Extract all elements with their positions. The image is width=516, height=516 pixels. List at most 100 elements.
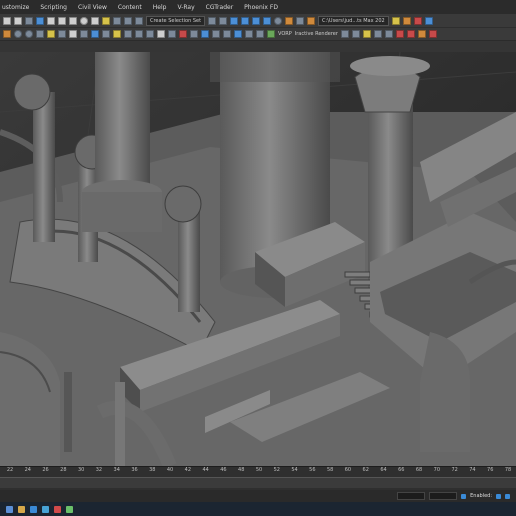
os-taskbar — [0, 502, 516, 516]
render-frame-icon[interactable] — [296, 16, 305, 25]
app-icon[interactable] — [54, 505, 61, 513]
vray-settings-icon[interactable] — [190, 30, 198, 38]
vray-sun-icon[interactable] — [47, 30, 55, 38]
material-editor-icon[interactable] — [274, 16, 283, 25]
menu-help[interactable]: Help — [153, 4, 167, 11]
menu-cgtrader[interactable]: CGTrader — [206, 4, 234, 11]
timeline-tick: 70 — [433, 467, 441, 473]
perspective-viewport[interactable] — [0, 52, 516, 466]
vray-instancer-icon[interactable] — [256, 30, 264, 38]
curve-editor-icon[interactable] — [252, 16, 261, 25]
lock-icon[interactable] — [461, 493, 467, 499]
menu-scripting[interactable]: Scripting — [40, 4, 67, 11]
timeline-tick: 46 — [220, 467, 227, 473]
menu-content[interactable]: Content — [118, 4, 142, 11]
phoenix-ocean-icon[interactable] — [428, 30, 437, 38]
vray-enmesh-icon[interactable] — [245, 30, 253, 38]
vray-cosmos-icon[interactable] — [212, 30, 220, 38]
vray-tools-icon[interactable] — [223, 30, 231, 38]
menu-phoenix-fd[interactable]: Phoenix FD — [244, 4, 278, 11]
light-bulb-icon[interactable] — [362, 30, 371, 38]
y-coordinate-field[interactable] — [429, 492, 458, 500]
filter-icon[interactable] — [36, 16, 44, 25]
edge-icon[interactable] — [30, 505, 37, 513]
file-explorer-icon[interactable] — [18, 505, 25, 513]
move-icon[interactable] — [69, 16, 77, 25]
select-by-name-icon[interactable] — [58, 16, 66, 25]
tool-c-icon[interactable] — [424, 16, 433, 25]
vray-scatter-icon[interactable] — [157, 30, 165, 38]
menu-civil-view[interactable]: Civil View — [78, 4, 107, 11]
vray-decal-icon[interactable] — [146, 30, 154, 38]
denoise-icon[interactable] — [384, 30, 393, 38]
ipr-icon[interactable] — [351, 30, 360, 38]
renderer-label: VORP — [278, 31, 292, 37]
schematic-view-icon[interactable] — [263, 16, 272, 25]
phoenix-liquid-icon[interactable] — [406, 30, 415, 38]
layer-icon[interactable] — [230, 16, 239, 25]
tool-b-icon[interactable] — [413, 16, 422, 25]
timeline-tick: 24 — [24, 467, 31, 473]
spinner-snap-icon[interactable] — [135, 16, 143, 25]
scale-icon[interactable] — [91, 16, 99, 25]
timeline-tick: 22 — [6, 467, 14, 473]
timeline-tick: 30 — [77, 467, 85, 473]
3dsmax-icon[interactable] — [42, 505, 49, 513]
unlink-icon[interactable] — [14, 16, 22, 25]
tool-a-icon[interactable] — [402, 16, 411, 25]
render-icon[interactable] — [307, 16, 316, 25]
vray-lister-icon[interactable] — [179, 30, 187, 38]
selection-set-dropdown[interactable]: Create Selection Set — [146, 15, 206, 26]
bind-icon[interactable] — [25, 16, 33, 25]
vray-dome-icon[interactable] — [58, 30, 66, 38]
vray-clipper-icon[interactable] — [135, 30, 143, 38]
align-icon[interactable] — [219, 16, 228, 25]
vray-frame-buffer-icon[interactable] — [3, 30, 11, 38]
phoenix-source-icon[interactable] — [417, 30, 426, 38]
auto-key-icon[interactable] — [505, 493, 510, 499]
menu-customize[interactable]: ustomize — [2, 4, 29, 11]
track-bar[interactable] — [0, 477, 516, 488]
key-mode-icon[interactable] — [496, 493, 501, 499]
menu-vray[interactable]: V-Ray — [177, 4, 194, 11]
vray-proxy-icon[interactable] — [69, 30, 77, 38]
vray-toon-icon[interactable] — [234, 30, 242, 38]
vray-sphere-icon[interactable] — [14, 30, 22, 38]
select-icon[interactable] — [47, 16, 55, 25]
render-setup-icon[interactable] — [285, 16, 294, 25]
timeline-tick: 48 — [238, 467, 245, 473]
rotate-icon[interactable] — [80, 16, 88, 25]
vray-lightmix-icon[interactable] — [267, 30, 275, 38]
timeline-tick: 44 — [202, 467, 209, 473]
vray-fur-icon[interactable] — [80, 30, 88, 38]
x-coordinate-field[interactable] — [397, 492, 426, 500]
timeline-tick: 58 — [326, 467, 334, 473]
vray-camera-icon[interactable] — [113, 30, 121, 38]
open-folder-icon[interactable] — [391, 16, 400, 25]
timeline-tick: 54 — [291, 467, 298, 473]
start-icon[interactable] — [6, 505, 13, 513]
vray-plane-icon[interactable] — [91, 30, 99, 38]
app-icon[interactable] — [66, 505, 73, 513]
link-icon[interactable] — [3, 16, 11, 25]
workspace-path-field[interactable]: C:\Users\jud...ts Max 202 — [318, 15, 389, 26]
active-renderer-label[interactable]: Iractive Renderer — [295, 31, 338, 37]
render-region-icon[interactable] — [373, 30, 382, 38]
phoenix-fire-icon[interactable] — [395, 30, 404, 38]
vray-vision-icon[interactable] — [201, 30, 209, 38]
vray-material-icon[interactable] — [25, 30, 33, 38]
vray-volume-icon[interactable] — [168, 30, 176, 38]
interactive-render-icon[interactable] — [340, 30, 349, 38]
mirror-icon[interactable] — [208, 16, 217, 25]
timeline-tick: 64 — [380, 467, 387, 473]
vray-light-icon[interactable] — [36, 30, 44, 38]
time-slider[interactable]: 22 24 26 28 30 32 34 36 38 40 42 44 46 48 50 52 54 56 58 60… — [0, 466, 516, 491]
secondary-toolbar: VORP Iractive Renderer — [0, 27, 516, 40]
percent-snap-icon[interactable] — [124, 16, 132, 25]
scene-explorer-icon[interactable] — [241, 16, 250, 25]
vray-displace-icon[interactable] — [124, 30, 132, 38]
angle-snap-icon[interactable] — [113, 16, 121, 25]
snap-icon[interactable] — [102, 16, 110, 25]
vray-mesh-export-icon[interactable] — [102, 30, 110, 38]
timeline-tick: 62 — [362, 467, 369, 473]
